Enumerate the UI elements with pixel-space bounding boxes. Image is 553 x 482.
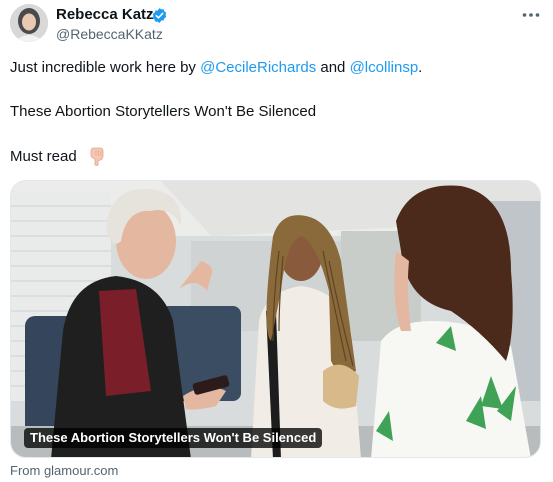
tweet-text-line-1: Just incredible work here by @CecileRich… — [10, 58, 422, 78]
more-options-icon[interactable] — [518, 4, 544, 26]
tweet-text: . — [418, 59, 423, 76]
backhand-index-pointing-down-icon — [88, 146, 108, 166]
verified-badge-icon — [151, 7, 168, 24]
card-source-domain[interactable]: From glamour.com — [10, 463, 118, 479]
article-image — [11, 181, 540, 457]
tweet-text: and — [320, 59, 346, 76]
card-caption: These Abortion Storytellers Won't Be Sil… — [24, 428, 323, 448]
link-card[interactable]: These Abortion Storytellers Won't Be Sil… — [10, 180, 541, 458]
author-handle[interactable]: @RebeccaKKatz — [56, 26, 163, 43]
tweet-text-line-3: Must read — [10, 148, 77, 165]
mention-link[interactable]: @CecileRichards — [200, 59, 316, 76]
tweet-text: Just incredible work here by — [10, 59, 196, 76]
author-name[interactable]: Rebecca Katz — [56, 6, 154, 24]
author-avatar[interactable] — [10, 4, 48, 42]
tweet-text-line-2: These Abortion Storytellers Won't Be Sil… — [10, 103, 317, 120]
mention-link[interactable]: @lcollinsp — [350, 59, 419, 76]
tweet[interactable]: Rebecca Katz @RebeccaKKatz Just incredib… — [0, 0, 553, 482]
